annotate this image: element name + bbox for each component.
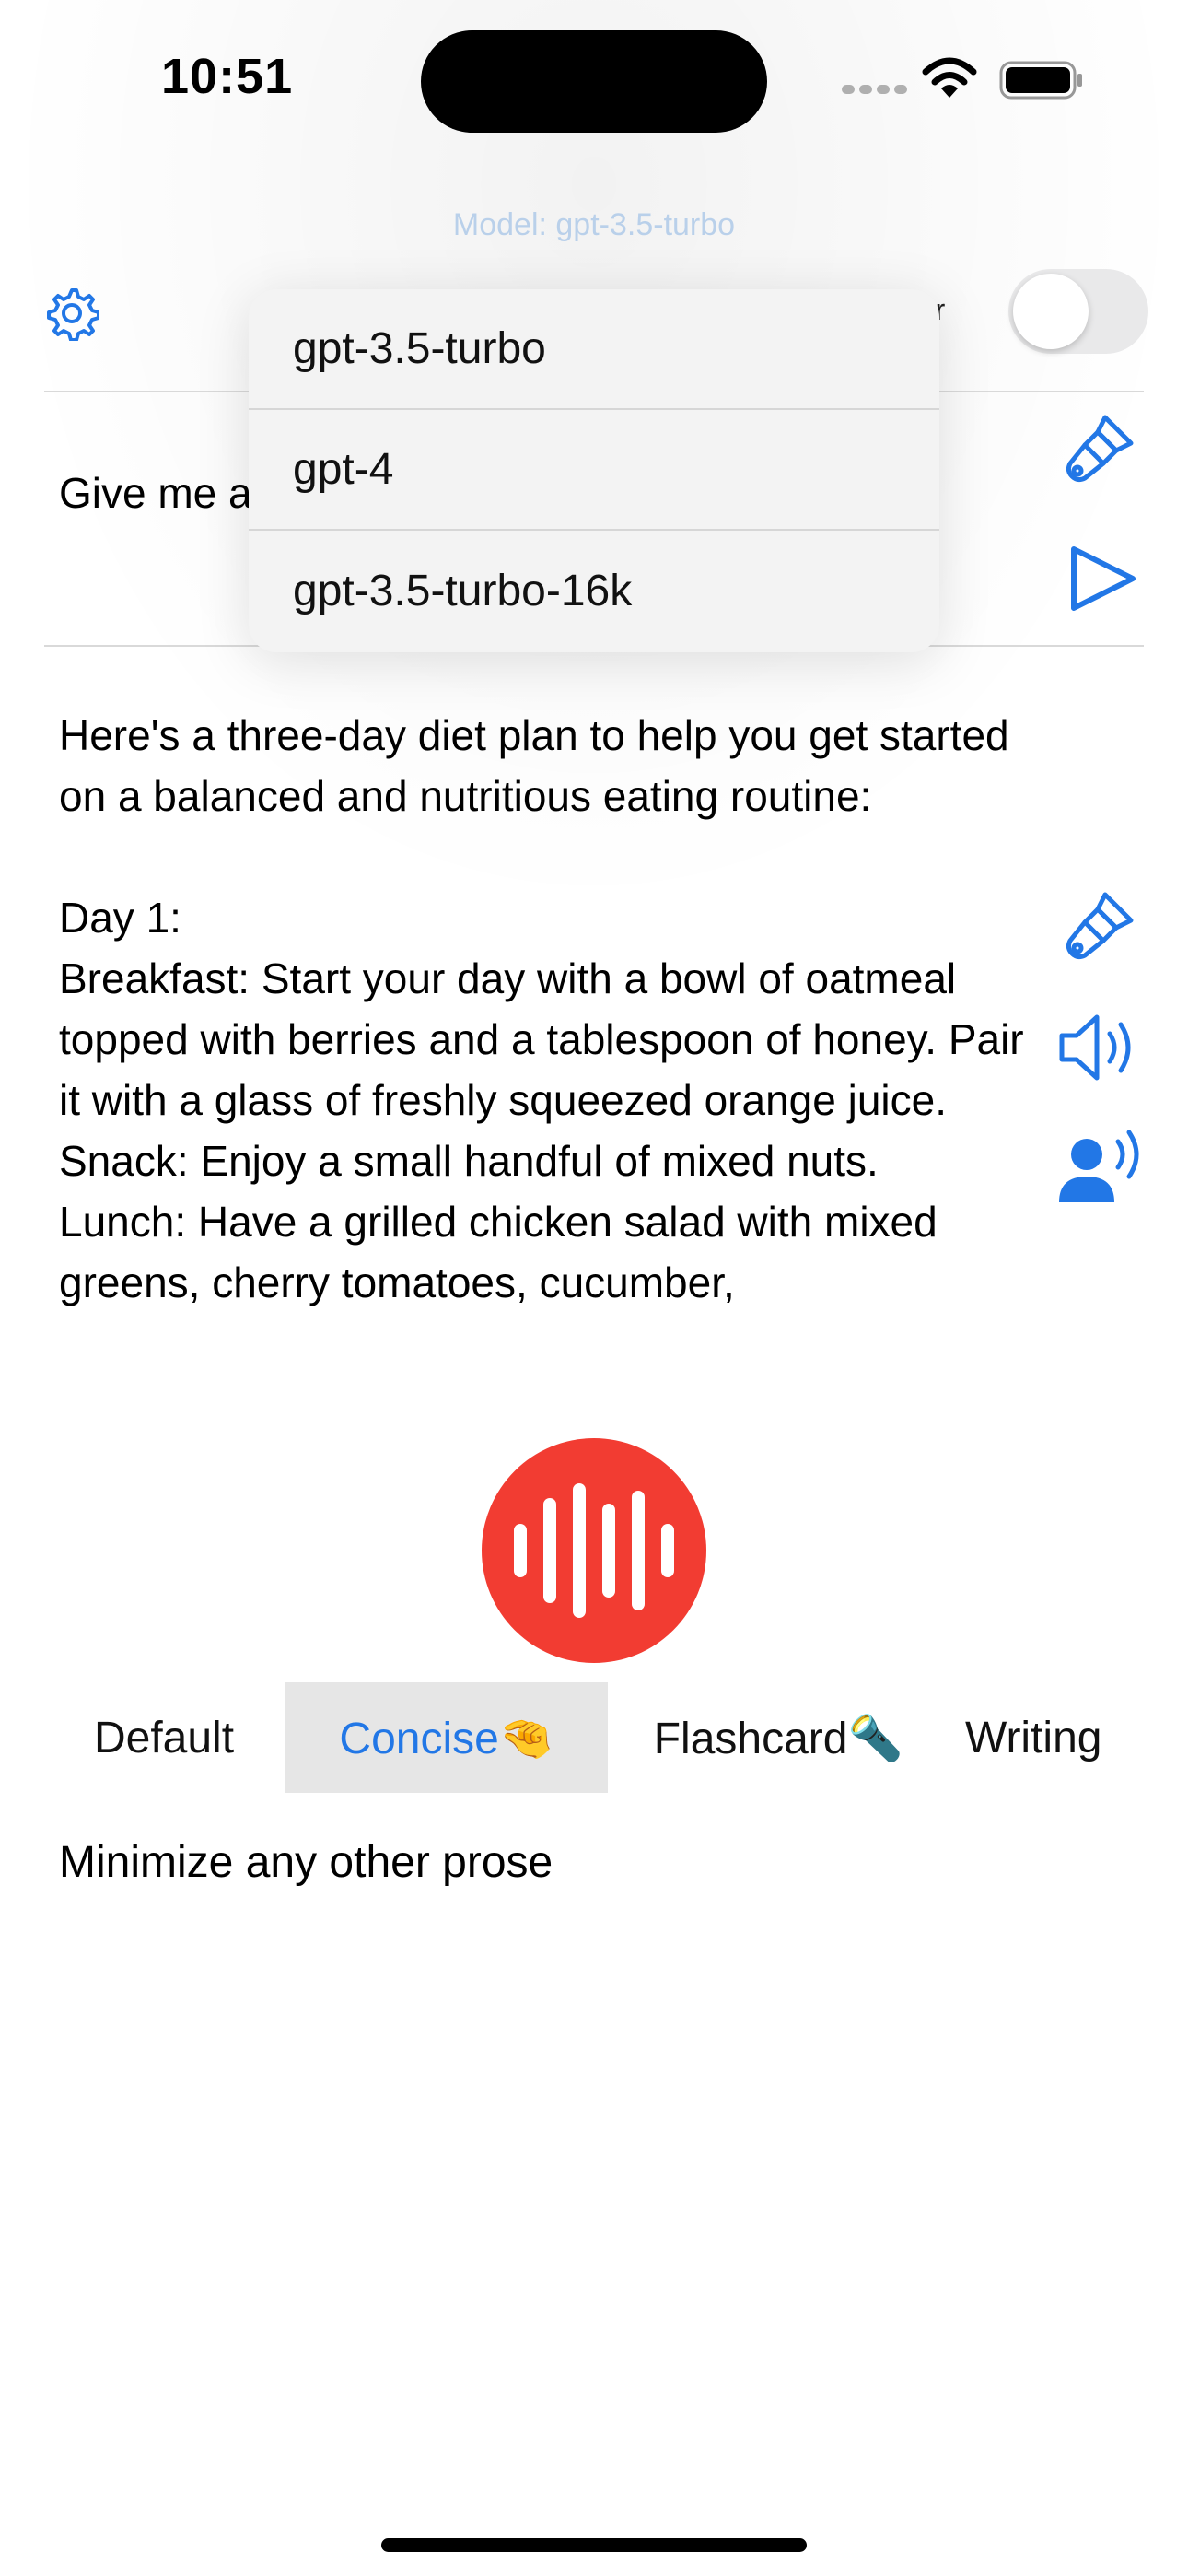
model-label: Model: gpt-3.5-turbo [452,207,736,242]
wifi-icon [921,57,978,104]
mode-description: Minimize any other prose [59,1838,553,1887]
response-text: Here's a three-day diet plan to help you… [59,711,1024,1306]
number-toggle[interactable] [1008,269,1148,354]
waveform-icon [514,1483,674,1618]
tab-default[interactable]: Default [44,1682,284,1793]
battery-icon [999,61,1084,104]
record-button[interactable] [482,1438,706,1663]
play-icon[interactable] [1066,542,1140,620]
person-wave-icon[interactable] [1057,1129,1146,1212]
tab-flashcard[interactable]: Flashcard🔦 [626,1682,930,1793]
status-time: 10:51 [161,49,294,104]
mode-tabs: Default Concise🤏 Flashcard🔦 Writing [44,1682,1144,1793]
menu-item-gpt-4[interactable]: gpt-4 [249,410,939,531]
dynamic-island [421,30,767,133]
paintbrush-icon[interactable] [1059,887,1138,971]
menu-item-gpt-3-5-turbo[interactable]: gpt-3.5-turbo [249,289,939,410]
paintbrush-icon[interactable] [1059,410,1138,494]
prompt-text[interactable]: Give me a [59,468,252,518]
speaker-wave-icon[interactable] [1056,1006,1145,1094]
model-dropdown-menu: gpt-3.5-turbo gpt-4 gpt-3.5-turbo-16k [249,289,939,652]
tab-writing[interactable]: Writing [965,1682,1144,1793]
cellular-signal-icon [842,83,908,100]
menu-item-gpt-3-5-turbo-16k[interactable]: gpt-3.5-turbo-16k [249,531,939,651]
gear-icon[interactable] [44,286,100,342]
home-indicator [381,2538,807,2552]
toggle-knob [1013,274,1089,349]
tab-concise[interactable]: Concise🤏 [285,1682,608,1793]
